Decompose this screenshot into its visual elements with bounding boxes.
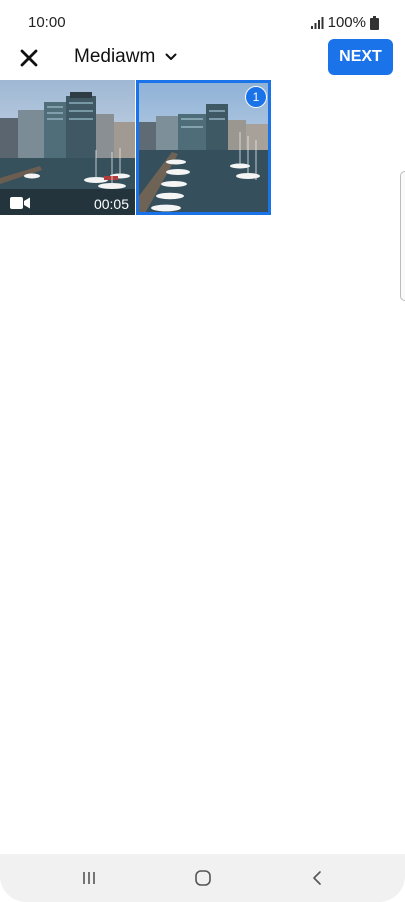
video-duration: 00:05 [93,196,129,212]
status-time: 10:00 [28,14,66,31]
recents-button[interactable] [74,866,104,890]
status-indicators: 100% [310,14,379,31]
media-grid: 00:05 1 [0,80,405,216]
home-icon [195,870,211,886]
media-tile-video[interactable]: 00:05 [0,80,135,215]
album-selector[interactable]: Mediawm [74,46,177,68]
battery-percentage: 100% [327,14,366,31]
next-button[interactable]: NEXT [328,39,393,75]
chevron-down-icon [165,53,177,60]
scroll-handle[interactable] [400,171,405,301]
album-title: Mediawm [74,46,156,67]
home-button[interactable] [188,866,218,890]
close-icon [20,49,38,67]
system-navigation-bar [0,854,405,902]
selection-count-badge[interactable]: 1 [245,86,267,108]
back-icon [313,871,321,885]
video-info-overlay: 00:05 [0,189,135,215]
back-button[interactable] [302,866,332,890]
close-button[interactable] [14,43,44,73]
media-tile-image-selected[interactable]: 1 [136,80,271,215]
toolbar: Mediawm NEXT [0,38,405,78]
recents-icon [83,872,95,884]
signal-icon [310,16,324,29]
video-camera-icon [10,197,30,209]
battery-icon [370,15,379,30]
